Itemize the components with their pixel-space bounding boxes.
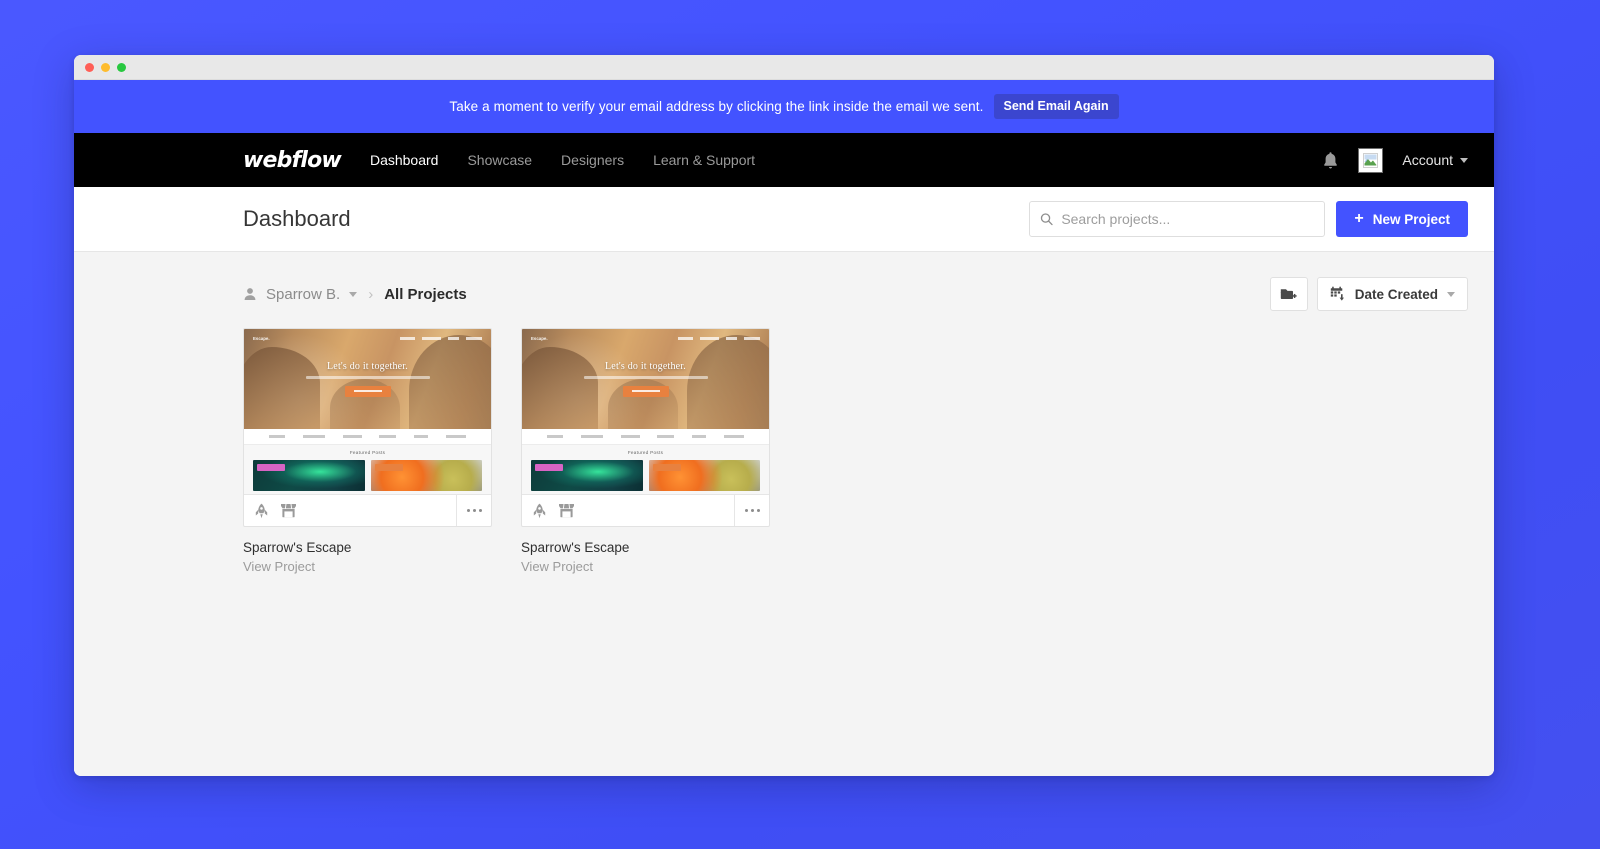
thumbnail-lower: Featured Posts [522, 429, 769, 494]
calendar-arrow-down-icon [1330, 286, 1344, 301]
nav-link-learn-support[interactable]: Learn & Support [653, 152, 755, 168]
folder-plus-icon [1281, 288, 1297, 299]
thumbnail-hero-content: Let's do it together. [522, 361, 769, 397]
new-folder-button[interactable] [1269, 277, 1308, 311]
search-input[interactable] [1061, 211, 1315, 227]
verify-email-banner: Take a moment to verify your email addre… [74, 80, 1494, 133]
store-icon[interactable] [280, 503, 297, 518]
nav-link-dashboard[interactable]: Dashboard [370, 152, 439, 168]
chevron-down-icon [1447, 291, 1455, 297]
post-tag [535, 464, 563, 471]
project-action-icons [254, 503, 297, 519]
person-icon [244, 288, 256, 300]
projects-toolbar: Sparrow B. › All Projects Date Created [243, 252, 1468, 328]
thumbnail-hero-content: Let's do it together. [244, 361, 491, 397]
breadcrumb-current: All Projects [384, 285, 467, 303]
nav-link-designers[interactable]: Designers [561, 152, 624, 168]
project-card[interactable]: Escape. Let's do it together. Featured P… [243, 328, 492, 576]
thumbnail-post [531, 460, 643, 491]
project-card[interactable]: Escape. Let's do it together. Featured P… [521, 328, 770, 576]
chevron-down-icon [349, 291, 358, 297]
toolbar-right-group: Date Created [1269, 277, 1468, 311]
project-more-options-button[interactable] [456, 495, 491, 526]
thumbnail-site-nav: Escape. [522, 336, 769, 341]
nav-link-showcase[interactable]: Showcase [467, 152, 532, 168]
thumbnail-post [648, 460, 760, 491]
sort-dropdown[interactable]: Date Created [1316, 277, 1468, 311]
new-project-button[interactable]: + New Project [1336, 201, 1468, 237]
thumbnail-nav-items [400, 337, 482, 340]
project-card-actions [522, 494, 769, 526]
project-thumbnail[interactable]: Escape. Let's do it together. Featured P… [244, 329, 491, 494]
browser-window: Take a moment to verify your email addre… [74, 55, 1494, 776]
new-project-label: New Project [1372, 211, 1450, 227]
thumbnail-lower: Featured Posts [244, 429, 491, 494]
thumbnail-subhead [583, 376, 708, 379]
post-tag [374, 464, 403, 471]
project-name: Sparrow's Escape [521, 540, 630, 555]
project-view-link[interactable]: View Project [243, 559, 315, 574]
thumbnail-headline: Let's do it together. [327, 361, 408, 372]
chevron-down-icon [1460, 157, 1468, 163]
dashboard-content: Sparrow B. › All Projects Date Created E… [74, 252, 1494, 776]
project-view-link[interactable]: View Project [521, 559, 593, 574]
project-card-frame: Escape. Let's do it together. Featured P… [243, 328, 492, 527]
avatar[interactable] [1358, 147, 1384, 173]
search-icon [1041, 213, 1054, 226]
broken-image-icon [1363, 152, 1379, 168]
nav-right-group: Account [1322, 147, 1468, 173]
project-more-options-button[interactable] [734, 495, 769, 526]
dashboard-header: Dashboard + New Project [74, 187, 1494, 252]
thumbnail-hero: Escape. Let's do it together. [244, 329, 491, 429]
header-actions: + New Project [1029, 201, 1468, 237]
breadcrumb-user[interactable]: Sparrow B. [243, 285, 358, 303]
thumbnail-posts [522, 455, 769, 491]
window-minimize-button[interactable] [101, 62, 110, 72]
bell-icon[interactable] [1322, 151, 1339, 170]
thumbnail-cta-button [622, 385, 669, 397]
breadcrumb: Sparrow B. › All Projects [243, 286, 467, 303]
breadcrumb-user-label: Sparrow B. [266, 285, 341, 303]
window-close-button[interactable] [85, 62, 94, 72]
thumbnail-site-nav: Escape. [244, 336, 491, 341]
rocket-icon[interactable] [532, 503, 547, 519]
account-menu[interactable]: Account [1402, 152, 1468, 168]
projects-grid: Escape. Let's do it together. Featured P… [243, 328, 1468, 576]
sort-label: Date Created [1354, 286, 1438, 302]
thumbnail-post [370, 460, 482, 491]
nav-links: Dashboard Showcase Designers Learn & Sup… [370, 152, 755, 168]
thumbnail-posts [244, 455, 491, 491]
account-label: Account [1402, 152, 1453, 168]
post-tag [257, 464, 285, 471]
thumbnail-nav-items [678, 337, 760, 340]
top-navigation: webflow Dashboard Showcase Designers Lea… [74, 133, 1494, 187]
thumbnail-subhead [305, 376, 430, 379]
project-action-icons [532, 503, 575, 519]
thumbnail-category-bar [244, 429, 491, 445]
project-thumbnail[interactable]: Escape. Let's do it together. Featured P… [522, 329, 769, 494]
project-card-actions [244, 494, 491, 526]
thumbnail-site-logo: Escape. [253, 336, 270, 341]
window-titlebar [74, 55, 1494, 80]
page-title: Dashboard [243, 206, 351, 231]
webflow-logo[interactable]: webflow [243, 148, 342, 173]
thumbnail-headline: Let's do it together. [605, 361, 686, 372]
store-icon[interactable] [558, 503, 575, 518]
project-card-frame: Escape. Let's do it together. Featured P… [521, 328, 770, 527]
thumbnail-cta-button [344, 385, 391, 397]
rocket-icon[interactable] [254, 503, 269, 519]
send-email-again-button[interactable]: Send Email Again [993, 94, 1119, 119]
project-name: Sparrow's Escape [243, 540, 352, 555]
search-box[interactable] [1029, 201, 1326, 237]
thumbnail-hero: Escape. Let's do it together. [522, 329, 769, 429]
window-maximize-button[interactable] [117, 62, 126, 72]
thumbnail-category-bar [522, 429, 769, 445]
post-tag [652, 464, 681, 471]
breadcrumb-separator: › [368, 285, 374, 303]
thumbnail-post [253, 460, 365, 491]
verify-email-message: Take a moment to verify your email addre… [449, 99, 984, 114]
thumbnail-site-logo: Escape. [531, 336, 548, 341]
plus-icon: + [1354, 210, 1364, 227]
